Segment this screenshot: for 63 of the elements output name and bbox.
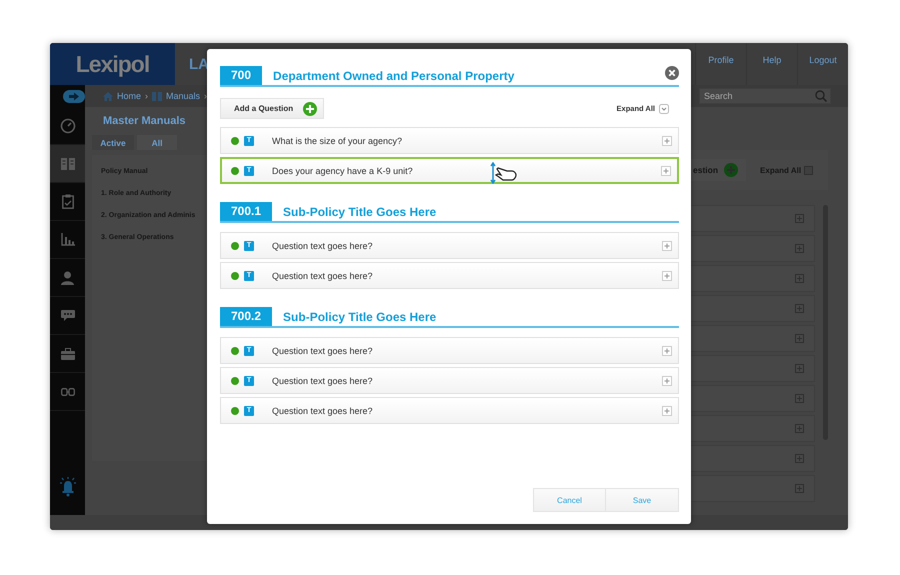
section-title: Department Owned and Personal Property [273, 68, 514, 82]
question-text: Question text goes here? [272, 240, 373, 250]
close-icon[interactable] [665, 66, 679, 80]
breadcrumb-link[interactable]: Home [117, 91, 142, 101]
question-text: Does your agency have a K-9 unit? [272, 166, 413, 176]
breadcrumb-separator: › [204, 91, 208, 101]
expand-icon[interactable] [795, 394, 804, 403]
plus-icon [303, 102, 318, 116]
breadcrumb-link[interactable]: Manuals [166, 91, 200, 101]
home-icon [103, 92, 113, 100]
question-text: Question text goes here? [272, 346, 373, 356]
page-title: Master Manuals [103, 115, 187, 127]
status-dot [231, 376, 239, 384]
tab[interactable]: Active [92, 135, 134, 150]
expand-icon[interactable] [795, 214, 804, 223]
chevron-down-icon [659, 104, 669, 114]
briefcase-icon [60, 348, 74, 360]
question-text: Question text goes here? [272, 406, 373, 416]
question-text: Question text goes here? [272, 270, 373, 280]
bar-chart-icon [60, 233, 74, 246]
section-title: Sub-Policy Title Goes Here [283, 310, 436, 324]
arrow-toggle-icon[interactable] [63, 90, 85, 102]
sidebar-item[interactable] [50, 145, 85, 183]
logo: Lexipol [50, 43, 175, 85]
link-icon [60, 388, 74, 396]
expand-icon[interactable] [795, 244, 804, 253]
collapse-icon [804, 166, 814, 174]
breadcrumb-separator: › [145, 91, 148, 101]
question-text: Question text goes here? [272, 376, 373, 386]
header-title: LA [189, 56, 209, 72]
status-dot [231, 272, 239, 280]
expand-icon[interactable] [795, 334, 804, 343]
status-dot [231, 346, 239, 354]
dialog-button[interactable]: Save [606, 488, 679, 512]
expand-icon[interactable] [795, 364, 804, 373]
chat-icon [60, 310, 74, 322]
dialog-button[interactable]: Cancel [533, 488, 606, 512]
expand-icon[interactable] [795, 274, 804, 283]
status-dot [231, 242, 239, 250]
alarm-bell-icon[interactable] [58, 475, 76, 497]
clipboard-icon [62, 194, 74, 209]
expand-icon[interactable] [795, 304, 804, 313]
tab[interactable]: All [137, 135, 177, 150]
section-number: 700.1 [220, 202, 272, 221]
plus-icon [724, 163, 738, 177]
section-number: 700.2 [220, 307, 272, 326]
expand-icon[interactable] [795, 484, 804, 493]
status-dot [231, 136, 239, 144]
question-text: What is the size of your agency? [272, 136, 402, 146]
section-title: Sub-Policy Title Goes Here [283, 204, 436, 218]
expand-icon[interactable] [795, 424, 804, 433]
book-icon [152, 92, 162, 100]
search-icon[interactable] [815, 90, 827, 102]
person-icon [61, 270, 74, 284]
gauge-icon [60, 118, 76, 134]
book-icon [60, 156, 74, 170]
status-dot [231, 406, 239, 414]
search-field[interactable]: Search [699, 88, 831, 104]
hand-cursor-icon [490, 162, 518, 184]
expand-icon[interactable] [795, 454, 804, 463]
add-question-button[interactable]: Add a Question [220, 98, 324, 119]
section-number: 700 [220, 66, 262, 85]
status-dot [231, 166, 239, 174]
